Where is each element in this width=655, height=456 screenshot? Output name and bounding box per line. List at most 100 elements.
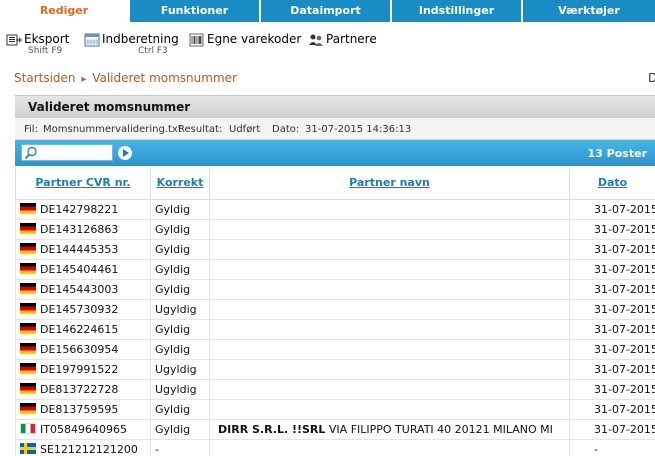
de-flag-icon bbox=[20, 382, 36, 394]
cvr-value: DE146224615 bbox=[40, 322, 119, 336]
table-row[interactable]: DE197991522 Ugyldig 31-07-2015 bbox=[15, 358, 655, 380]
de-flag-icon bbox=[20, 242, 36, 254]
table-row[interactable]: IT05849640965 Gyldig DIRR S.R.L. !!SRL VIA… bbox=[15, 418, 655, 440]
name-cell bbox=[209, 258, 570, 280]
report-button[interactable]: Indberetning Ctrl F3 bbox=[84, 32, 179, 56]
partners-icon bbox=[309, 34, 323, 46]
date-cell: 31-07-2015 bbox=[569, 198, 655, 220]
name-cell: DIRR S.R.L. !!SRL VIA FILIPPO TURATI 40 … bbox=[209, 418, 570, 440]
export-button[interactable]: Eksport Shift F9 bbox=[6, 32, 70, 56]
table-row[interactable]: DE146224615 Gyldig 31-07-2015 bbox=[15, 318, 655, 340]
result-value: Udført bbox=[229, 124, 261, 135]
date-cell: 31-07-2015 bbox=[569, 358, 655, 380]
name-cell bbox=[209, 198, 570, 220]
file-info: Fil: Momsnummervalidering.txt Resultat: … bbox=[15, 118, 655, 140]
name-cell bbox=[209, 438, 570, 456]
cvr-value: DE156630954 bbox=[40, 342, 119, 356]
table-row[interactable]: DE813759595 Gyldig 31-07-2015 bbox=[15, 398, 655, 420]
search-go-button[interactable] bbox=[118, 146, 132, 160]
table-row[interactable]: DE145404461 Gyldig 31-07-2015 bbox=[15, 258, 655, 280]
name-cell bbox=[209, 238, 570, 260]
date-cell: 31-07-2015 bbox=[569, 278, 655, 300]
breadcrumb-home[interactable]: Startsiden bbox=[14, 71, 76, 85]
cvr-value: DE142798221 bbox=[40, 202, 119, 216]
breadcrumb-separator-icon: ▸ bbox=[81, 74, 87, 85]
tab-funktioner[interactable]: Funktioner bbox=[130, 0, 261, 22]
valid-cell: Gyldig bbox=[150, 198, 210, 220]
table-row[interactable]: DE144445353 Gyldig 31-07-2015 bbox=[15, 238, 655, 260]
export-icon bbox=[6, 34, 22, 46]
date-value: 31-07-2015 14:36:13 bbox=[305, 124, 412, 135]
cvr-value: DE143126863 bbox=[40, 222, 119, 236]
file-label: Fil: bbox=[24, 124, 38, 135]
table-row[interactable]: DE156630954 Gyldig 31-07-2015 bbox=[15, 338, 655, 360]
valid-cell: Ugyldig bbox=[150, 298, 210, 320]
column-header-name[interactable]: Partner navn bbox=[209, 167, 570, 200]
record-count: 13 Poster bbox=[587, 147, 647, 160]
de-flag-icon bbox=[20, 322, 36, 334]
valid-cell: Gyldig bbox=[150, 318, 210, 340]
breadcrumb-current[interactable]: Valideret momsnummer bbox=[92, 71, 237, 85]
date-cell: 31-07-2015 bbox=[569, 338, 655, 360]
partner-address: VIA FILIPPO TURATI 40 20121 MILANO MI bbox=[328, 422, 553, 436]
de-flag-icon bbox=[20, 402, 36, 414]
tab-vaerktoejer[interactable]: Værktøjer bbox=[523, 0, 655, 22]
tab-dataimport[interactable]: Dataimport bbox=[261, 0, 392, 22]
panel-header: Valideret momsnummer bbox=[15, 95, 655, 118]
table-row[interactable]: SE121212121200- - bbox=[15, 438, 655, 456]
table-row[interactable]: DE142798221 Gyldig 31-07-2015 bbox=[15, 198, 655, 220]
date-cell: 31-07-2015 bbox=[569, 218, 655, 240]
name-cell bbox=[209, 278, 570, 300]
valid-cell: - bbox=[150, 438, 210, 456]
valid-cell: Gyldig bbox=[150, 338, 210, 360]
table-header-row: Partner CVR nr. Korrekt Partner navn Dat… bbox=[15, 167, 655, 200]
codes-label: Egne varekoder bbox=[207, 32, 302, 46]
cvr-cell: DE143126863 bbox=[15, 218, 151, 240]
barcode-icon bbox=[189, 33, 204, 47]
cvr-cell: DE142798221 bbox=[15, 198, 151, 220]
cvr-cell: DE145443003 bbox=[15, 278, 151, 300]
report-label: Indberetning bbox=[102, 32, 179, 46]
valid-cell: Ugyldig bbox=[150, 358, 210, 380]
valid-cell: Gyldig bbox=[150, 258, 210, 280]
partners-button[interactable]: Partnere bbox=[308, 32, 377, 47]
de-flag-icon bbox=[20, 262, 36, 274]
column-header-date[interactable]: Dato bbox=[569, 167, 655, 200]
codes-button[interactable]: Egne varekoder bbox=[189, 32, 301, 47]
cvr-value: DE145730932 bbox=[40, 302, 119, 316]
partner-name: DIRR S.R.L. !!SRL bbox=[218, 422, 326, 436]
result-label: Resultat: bbox=[178, 124, 223, 135]
column-header-cvr[interactable]: Partner CVR nr. bbox=[15, 167, 151, 200]
name-cell bbox=[209, 358, 570, 380]
name-cell bbox=[209, 298, 570, 320]
page-title: Valideret momsnummer bbox=[28, 100, 191, 114]
cvr-value: DE197991522 bbox=[40, 362, 119, 376]
main-menu: Rediger Funktioner Dataimport Indstillin… bbox=[0, 0, 655, 22]
cvr-value: DE144445353 bbox=[40, 242, 119, 256]
tab-rediger[interactable]: Rediger bbox=[0, 0, 130, 22]
cvr-value: DE813759595 bbox=[40, 402, 119, 416]
cvr-value: IT05849640965 bbox=[40, 422, 127, 436]
de-flag-icon bbox=[20, 342, 36, 354]
cvr-value: DE813722728 bbox=[40, 382, 119, 396]
cvr-cell: DE144445353 bbox=[15, 238, 151, 260]
cvr-cell: DE813722728 bbox=[15, 378, 151, 400]
date-cell: 31-07-2015 bbox=[569, 378, 655, 400]
date-cell: 31-07-2015 bbox=[569, 398, 655, 420]
it-flag-icon bbox=[20, 422, 36, 434]
export-label: Eksport bbox=[24, 32, 70, 46]
table-row[interactable]: DE813722728 Ugyldig 31-07-2015 bbox=[15, 378, 655, 400]
name-cell bbox=[209, 338, 570, 360]
search-bar: 13 Poster bbox=[15, 140, 655, 166]
de-flag-icon bbox=[20, 362, 36, 374]
column-header-valid[interactable]: Korrekt bbox=[150, 167, 210, 200]
valid-cell: Ugyldig bbox=[150, 378, 210, 400]
truncated-text: D bbox=[648, 71, 655, 85]
table-row[interactable]: DE143126863 Gyldig 31-07-2015 bbox=[15, 218, 655, 240]
table-row[interactable]: DE145443003 Gyldig 31-07-2015 bbox=[15, 278, 655, 300]
table-row[interactable]: DE145730932 Ugyldig 31-07-2015 bbox=[15, 298, 655, 320]
tab-indstillinger[interactable]: Indstillinger bbox=[392, 0, 523, 22]
valid-cell: Gyldig bbox=[150, 398, 210, 420]
search-input[interactable] bbox=[21, 144, 113, 161]
name-cell bbox=[209, 218, 570, 240]
